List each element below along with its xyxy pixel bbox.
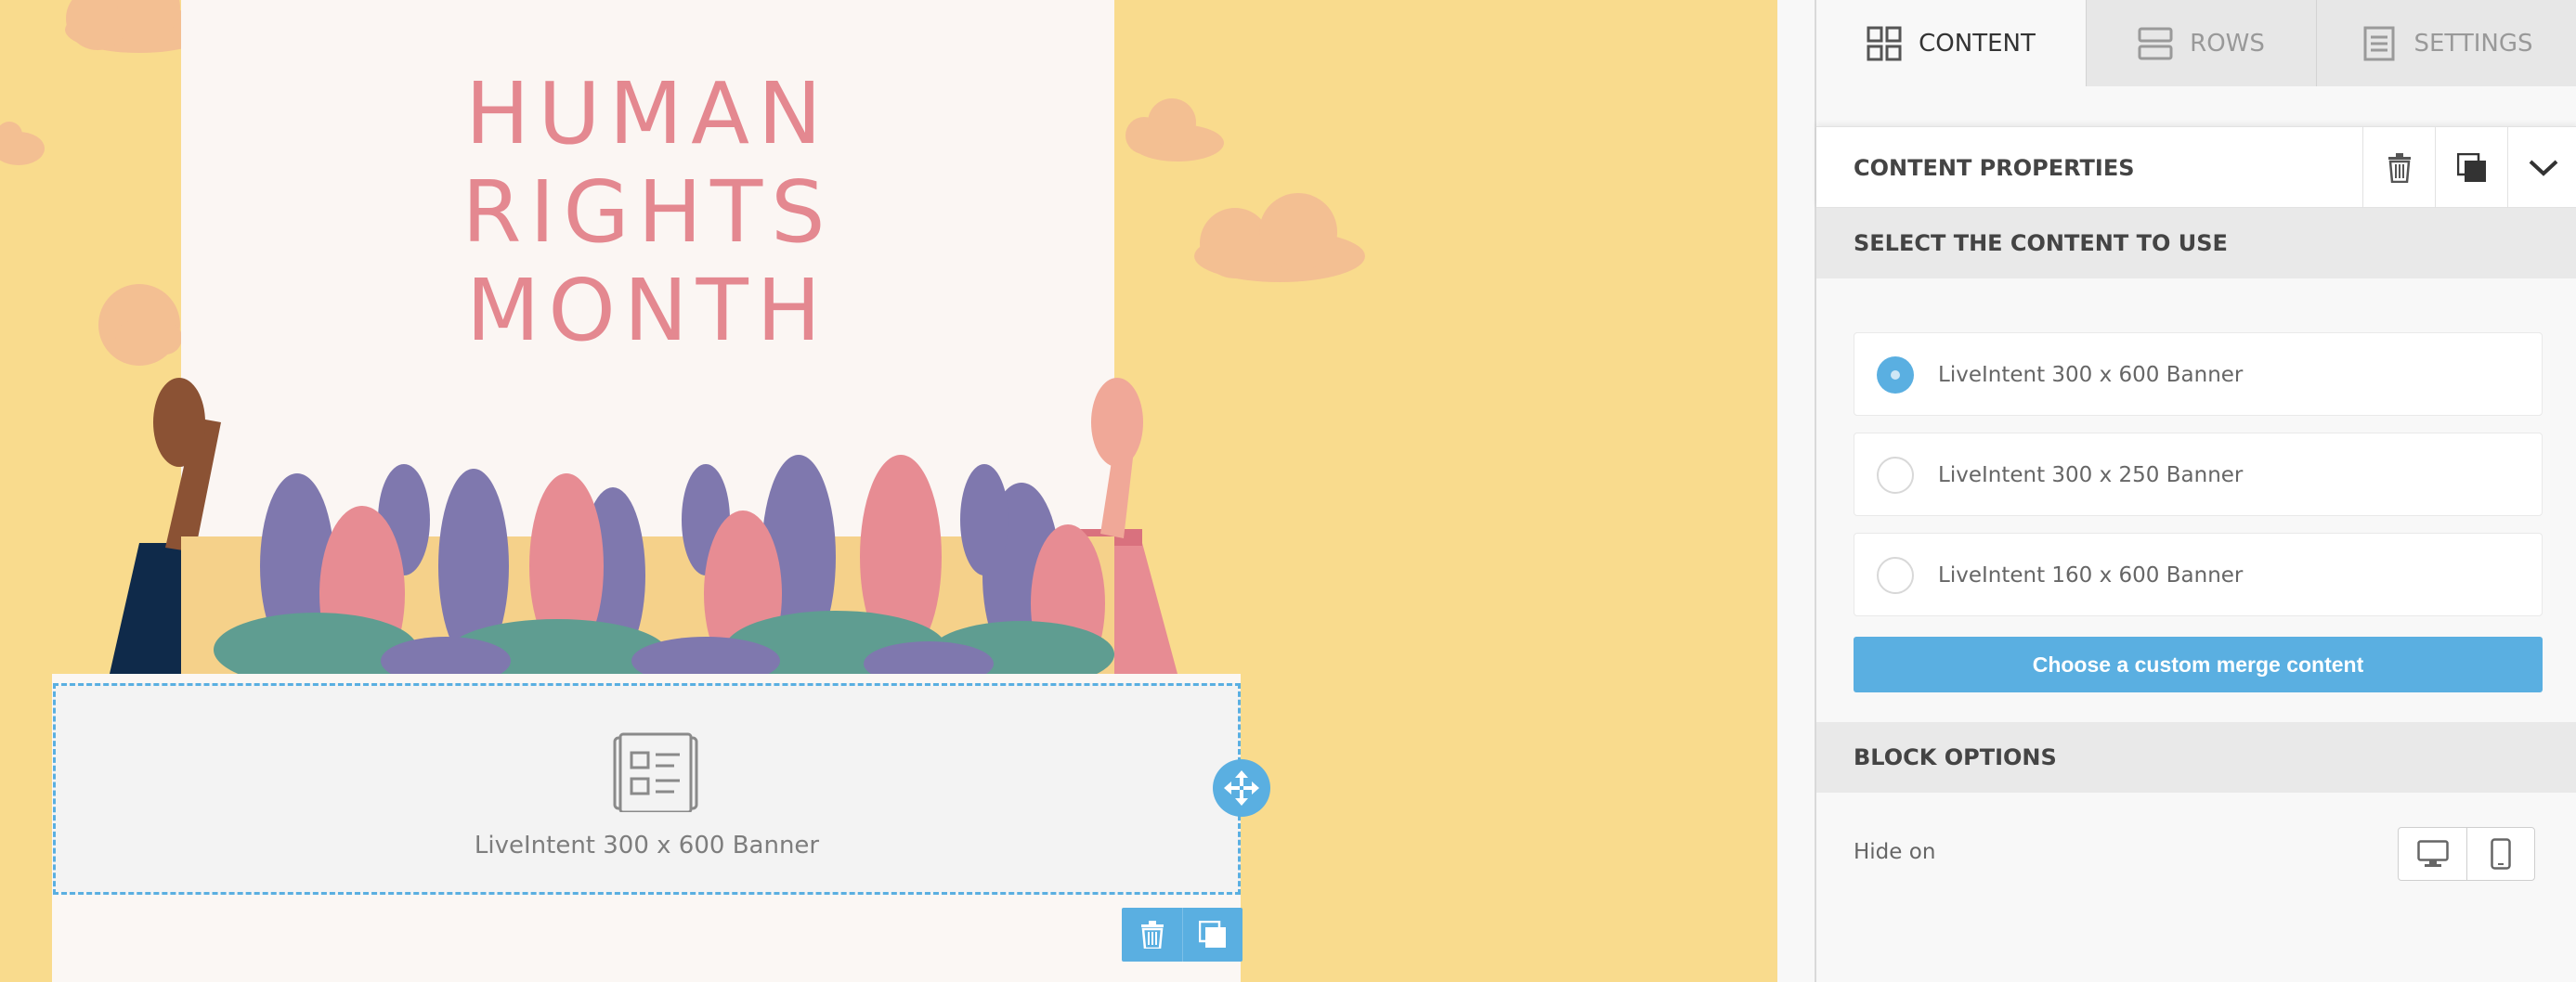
hide-on-label: Hide on: [1854, 840, 1936, 864]
trash-icon: [2387, 153, 2411, 183]
block-options-title: BLOCK OPTIONS: [1816, 722, 2576, 793]
delete-block-button[interactable]: [1122, 908, 1182, 962]
poster-title-line: RIGHTS: [462, 162, 834, 262]
rows-icon: [2138, 27, 2173, 59]
tab-label: SETTINGS: [2413, 29, 2533, 58]
block-label: LiveIntent 300 x 600 Banner: [474, 832, 820, 859]
content-option-label: LiveIntent 300 x 600 Banner: [1938, 363, 2244, 387]
content-option[interactable]: LiveIntent 300 x 600 Banner: [1854, 332, 2543, 416]
mobile-icon: [2491, 838, 2511, 870]
radio-unselected[interactable]: [1877, 557, 1914, 594]
content-option[interactable]: LiveIntent 160 x 600 Banner: [1854, 533, 2543, 616]
chevron-down-icon: [2529, 160, 2557, 176]
device-visibility-toggle: [2398, 827, 2535, 881]
select-content-section-title: SELECT THE CONTENT TO USE: [1816, 208, 2576, 278]
tab-rows[interactable]: ROWS: [2086, 0, 2316, 86]
trash-icon: [1140, 921, 1164, 949]
move-handle[interactable]: [1213, 759, 1270, 817]
sidebar-tabs: CONTENT ROWS SETTINGS: [1816, 0, 2576, 86]
delete-content-button[interactable]: [2362, 127, 2435, 209]
collapse-button[interactable]: [2507, 127, 2576, 209]
grid-icon: [1867, 26, 1902, 60]
duplicate-icon: [1199, 921, 1226, 948]
settings-doc-icon: [2363, 26, 2395, 60]
tab-label: ROWS: [2190, 29, 2265, 58]
content-option-label: LiveIntent 300 x 250 Banner: [1938, 463, 2244, 487]
duplicate-icon: [2456, 153, 2486, 182]
duplicate-content-button[interactable]: [2435, 127, 2507, 209]
content-option-label: LiveIntent 160 x 600 Banner: [1938, 563, 2244, 588]
content-properties-header: CONTENT PROPERTIES: [1816, 126, 2576, 209]
properties-sidebar: CONTENT ROWS SETTINGS CONTENT PROPERTIES: [1815, 0, 2576, 982]
radio-selected[interactable]: [1877, 356, 1914, 394]
liveintent-content-block[interactable]: LiveIntent 300 x 600 Banner: [53, 683, 1241, 895]
duplicate-block-button[interactable]: [1182, 908, 1242, 962]
block-actions: [1122, 908, 1242, 962]
hide-on-desktop-button[interactable]: [2399, 828, 2466, 880]
email-canvas: HUMAN RIGHTS MONTH LiveIntent 300 x 600 …: [0, 0, 1777, 982]
hide-on-mobile-button[interactable]: [2466, 828, 2534, 880]
tab-content[interactable]: CONTENT: [1816, 0, 2086, 86]
tab-label: CONTENT: [1919, 29, 2036, 58]
poster-title-line: MONTH: [466, 261, 829, 360]
tab-settings[interactable]: SETTINGS: [2316, 0, 2576, 86]
desktop-icon: [2416, 840, 2449, 867]
content-option[interactable]: LiveIntent 300 x 250 Banner: [1854, 433, 2543, 516]
custom-merge-content-button[interactable]: Choose a custom merge content: [1854, 637, 2543, 692]
banner-placeholder-icon: [613, 732, 698, 812]
poster-title-line: HUMAN: [465, 64, 830, 163]
radio-unselected[interactable]: [1877, 457, 1914, 494]
move-arrows-icon: [1224, 770, 1259, 806]
content-properties-title: CONTENT PROPERTIES: [1854, 155, 2135, 181]
poster-title: HUMAN RIGHTS MONTH: [181, 65, 1114, 360]
